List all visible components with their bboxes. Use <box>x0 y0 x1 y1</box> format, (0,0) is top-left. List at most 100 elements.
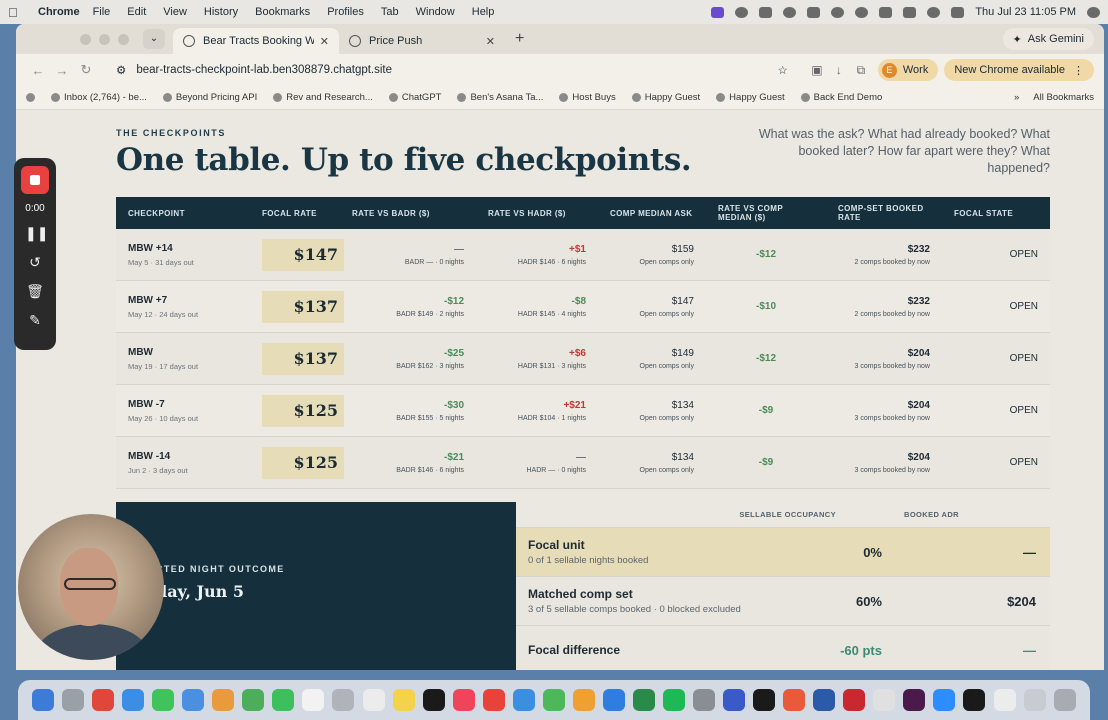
photos-icon[interactable] <box>212 689 235 711</box>
chatgpt-icon[interactable] <box>963 689 986 711</box>
control-center-icon[interactable] <box>951 6 965 18</box>
ask-gemini-button[interactable]: ✦ Ask Gemini <box>1002 28 1094 50</box>
menu-profiles[interactable]: Profiles <box>327 6 364 18</box>
notes-icon[interactable] <box>392 689 415 711</box>
zoom-icon[interactable] <box>933 689 956 711</box>
messages-icon[interactable] <box>152 689 175 711</box>
chrome-icon[interactable] <box>92 689 115 711</box>
safari-icon[interactable] <box>122 689 145 711</box>
facetime-icon[interactable] <box>272 689 295 711</box>
bookmark-item[interactable]: Back End Demo <box>800 92 882 103</box>
contacts-icon[interactable] <box>332 689 355 711</box>
bookmark-star-icon[interactable]: ☆ <box>778 63 788 77</box>
menu-tab[interactable]: Tab <box>381 6 399 18</box>
more-menu-icon[interactable]: ⋮ <box>1073 64 1084 77</box>
apple-tv-icon[interactable] <box>422 689 445 711</box>
all-bookmarks-folder[interactable]: All Bookmarks <box>1033 92 1094 103</box>
close-window-icon[interactable] <box>80 33 91 45</box>
terminal-icon[interactable] <box>753 689 776 711</box>
pause-icon[interactable]: ❚❚ <box>25 223 48 243</box>
bookmark-item[interactable]: Ben's Asana Ta... <box>457 92 543 103</box>
zoom-window-icon[interactable] <box>118 33 129 45</box>
menu-view[interactable]: View <box>163 6 187 18</box>
siri-icon[interactable] <box>1087 6 1100 18</box>
menu-edit[interactable]: Edit <box>127 6 146 18</box>
numbers-icon[interactable] <box>542 689 565 711</box>
forward-icon[interactable]: → <box>50 63 74 78</box>
stop-recording-button[interactable] <box>21 166 49 194</box>
app-store-icon[interactable] <box>602 689 625 711</box>
webcam-bubble[interactable] <box>18 514 164 660</box>
bookmark-item[interactable]: Happy Guest <box>631 92 700 103</box>
site-info-icon[interactable]: ⚙ <box>116 63 126 77</box>
download-icon[interactable]: ↓ <box>828 63 850 77</box>
app-status-icon[interactable] <box>807 6 821 18</box>
extensions-icon[interactable]: ▣ <box>806 63 828 77</box>
bookmark-item[interactable]: Beyond Pricing API <box>162 92 257 103</box>
tab-price-push[interactable]: Price Push ✕ <box>339 28 505 54</box>
outlook-icon[interactable] <box>723 689 746 711</box>
search-icon[interactable] <box>927 6 941 18</box>
downloads-icon[interactable] <box>1023 689 1046 711</box>
reminders-icon[interactable] <box>362 689 385 711</box>
mail-icon[interactable] <box>182 689 205 711</box>
bookmark-item[interactable]: Inbox (2,764) - be... <box>51 92 147 103</box>
documents-icon[interactable] <box>993 689 1016 711</box>
preview-icon[interactable] <box>873 689 896 711</box>
settings-icon[interactable] <box>693 689 716 711</box>
menu-window[interactable]: Window <box>416 6 455 18</box>
profile-button[interactable]: E Work <box>877 59 939 81</box>
more-bookmarks-icon[interactable]: » <box>1014 92 1019 103</box>
play-icon[interactable] <box>855 6 869 18</box>
spotify-icon[interactable] <box>663 689 685 711</box>
trash-icon[interactable] <box>1053 689 1076 711</box>
app-name-menu[interactable]: Chrome <box>38 6 80 18</box>
word-icon[interactable] <box>813 689 836 711</box>
bookmark-item[interactable]: Rev and Research... <box>273 92 373 103</box>
close-tab-icon[interactable]: ✕ <box>486 35 495 48</box>
update-chrome-button[interactable]: New Chrome available ⋮ <box>944 59 1094 81</box>
excel-icon[interactable] <box>632 689 655 711</box>
tab-search-icon[interactable]: ⌄ <box>143 29 165 49</box>
bookmark-item[interactable]: Host Buys <box>559 92 616 103</box>
brightness-icon[interactable] <box>831 6 845 18</box>
clock[interactable]: Thu Jul 23 11:05 PM <box>975 6 1076 18</box>
screen-record-icon[interactable] <box>711 6 725 18</box>
reload-icon[interactable]: ↻ <box>74 62 98 78</box>
bookmark-item[interactable]: Happy Guest <box>716 92 785 103</box>
hadr-detail: HADR — · 0 nights <box>526 466 586 474</box>
calendar-status-icon[interactable] <box>783 6 797 18</box>
claude-icon[interactable] <box>783 689 806 711</box>
link-icon[interactable] <box>903 6 917 18</box>
menu-file[interactable]: File <box>93 6 111 18</box>
bookmark-item[interactable]: ChatGPT <box>388 92 441 103</box>
close-tab-icon[interactable]: ✕ <box>320 35 329 48</box>
trash-icon[interactable]: 🗑 <box>25 281 45 301</box>
news-icon[interactable] <box>482 689 505 711</box>
launchpad-icon[interactable] <box>62 689 85 711</box>
cloud-status-icon[interactable] <box>759 6 773 18</box>
restart-icon[interactable]: ↺ <box>25 252 45 272</box>
pages-icon[interactable] <box>572 689 595 711</box>
pen-icon[interactable]: ✎ <box>25 310 45 330</box>
menu-history[interactable]: History <box>204 6 238 18</box>
keynote-icon[interactable] <box>512 689 535 711</box>
apple-icon[interactable]:  <box>8 5 24 20</box>
battery-icon[interactable] <box>879 6 893 18</box>
maps-icon[interactable] <box>242 689 265 711</box>
tab-bear-tracts[interactable]: Bear Tracts Booking Window ✕ <box>173 28 339 54</box>
music-icon[interactable] <box>452 689 475 711</box>
calendar-icon[interactable] <box>302 689 325 711</box>
finder-icon[interactable] <box>32 689 55 711</box>
gear-status-icon[interactable] <box>735 6 749 18</box>
tab-groups-icon[interactable]: ⧉ <box>850 63 872 78</box>
menu-help[interactable]: Help <box>472 6 495 18</box>
back-icon[interactable]: ← <box>26 63 50 78</box>
bookmark-apps-icon[interactable] <box>26 93 35 102</box>
new-tab-icon[interactable]: + <box>515 30 524 48</box>
minimize-window-icon[interactable] <box>99 33 110 45</box>
dictionary-icon[interactable] <box>843 689 866 711</box>
menu-bookmarks[interactable]: Bookmarks <box>255 6 310 18</box>
slack-icon[interactable] <box>903 689 926 711</box>
address-bar[interactable]: ⚙ bear-tracts-checkpoint-lab.ben308879.c… <box>106 58 798 82</box>
